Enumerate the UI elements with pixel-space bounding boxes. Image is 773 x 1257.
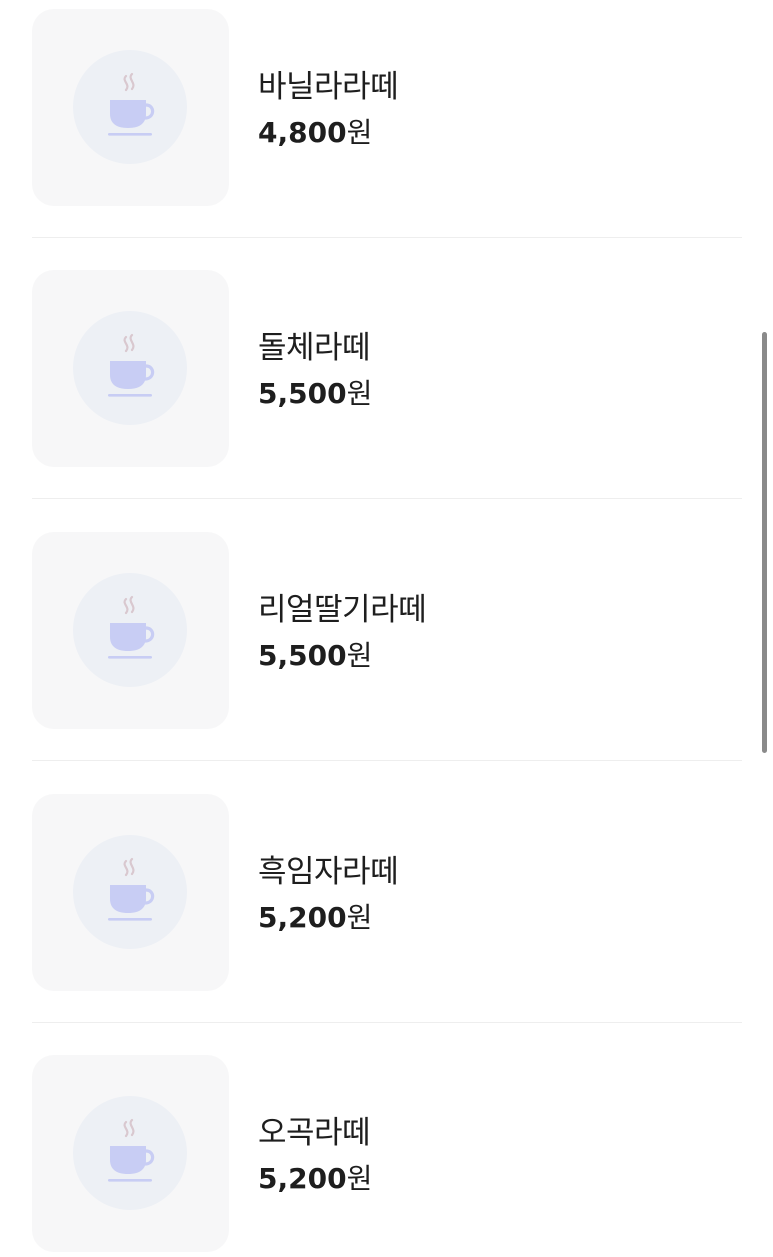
- coffee-cup-icon: [108, 595, 155, 659]
- scrollbar-thumb[interactable]: [762, 332, 767, 753]
- thumbnail-circle: [73, 311, 187, 425]
- divider: [32, 760, 742, 761]
- menu-item-price: 5,500원: [258, 634, 372, 674]
- coffee-cup-icon: [108, 72, 155, 136]
- menu-item-price: 5,200원: [258, 1157, 372, 1197]
- price-unit: 원: [346, 116, 373, 149]
- menu-item-name: 바닐라라떼: [258, 69, 399, 105]
- menu-item-thumbnail: [32, 1055, 229, 1252]
- price-value: 5,200: [258, 901, 347, 934]
- menu-item-name: 오곡라떼: [258, 1115, 371, 1151]
- menu-item-thumbnail: [32, 270, 229, 467]
- menu-item-name: 리얼딸기라떼: [258, 592, 427, 628]
- menu-item-vanilla-latte[interactable]: 바닐라라떼 4,800원: [32, 9, 742, 206]
- price-value: 5,500: [258, 639, 347, 672]
- price-unit: 원: [346, 377, 373, 410]
- menu-item-price: 5,200원: [258, 896, 372, 936]
- menu-item-name: 흑임자라떼: [258, 854, 399, 890]
- price-unit: 원: [346, 1162, 373, 1195]
- divider: [32, 498, 742, 499]
- price-value: 5,200: [258, 1162, 347, 1195]
- menu-item-thumbnail: [32, 794, 229, 991]
- menu-item-price: 4,800원: [258, 111, 372, 151]
- coffee-cup-icon: [108, 333, 155, 397]
- thumbnail-circle: [73, 1096, 187, 1210]
- price-value: 4,800: [258, 116, 347, 149]
- divider: [32, 237, 742, 238]
- menu-item-thumbnail: [32, 532, 229, 729]
- menu-item-dolce-latte[interactable]: 돌체라떼 5,500원: [32, 270, 742, 467]
- menu-item-name: 돌체라떼: [258, 330, 371, 366]
- menu-item-black-sesame-latte[interactable]: 흑임자라떼 5,200원: [32, 794, 742, 991]
- menu-item-price: 5,500원: [258, 372, 372, 412]
- divider: [32, 1022, 742, 1023]
- menu-list: 바닐라라떼 4,800원 돌체라떼 5,500원 리얼딸기라떼 5,500원 흑…: [0, 0, 773, 1257]
- coffee-cup-icon: [108, 1118, 155, 1182]
- coffee-cup-icon: [108, 857, 155, 921]
- price-unit: 원: [346, 639, 373, 672]
- menu-item-real-strawberry-latte[interactable]: 리얼딸기라떼 5,500원: [32, 532, 742, 729]
- thumbnail-circle: [73, 835, 187, 949]
- menu-item-grain-latte[interactable]: 오곡라떼 5,200원: [32, 1055, 742, 1252]
- price-unit: 원: [346, 901, 373, 934]
- thumbnail-circle: [73, 50, 187, 164]
- thumbnail-circle: [73, 573, 187, 687]
- menu-item-thumbnail: [32, 9, 229, 206]
- price-value: 5,500: [258, 377, 347, 410]
